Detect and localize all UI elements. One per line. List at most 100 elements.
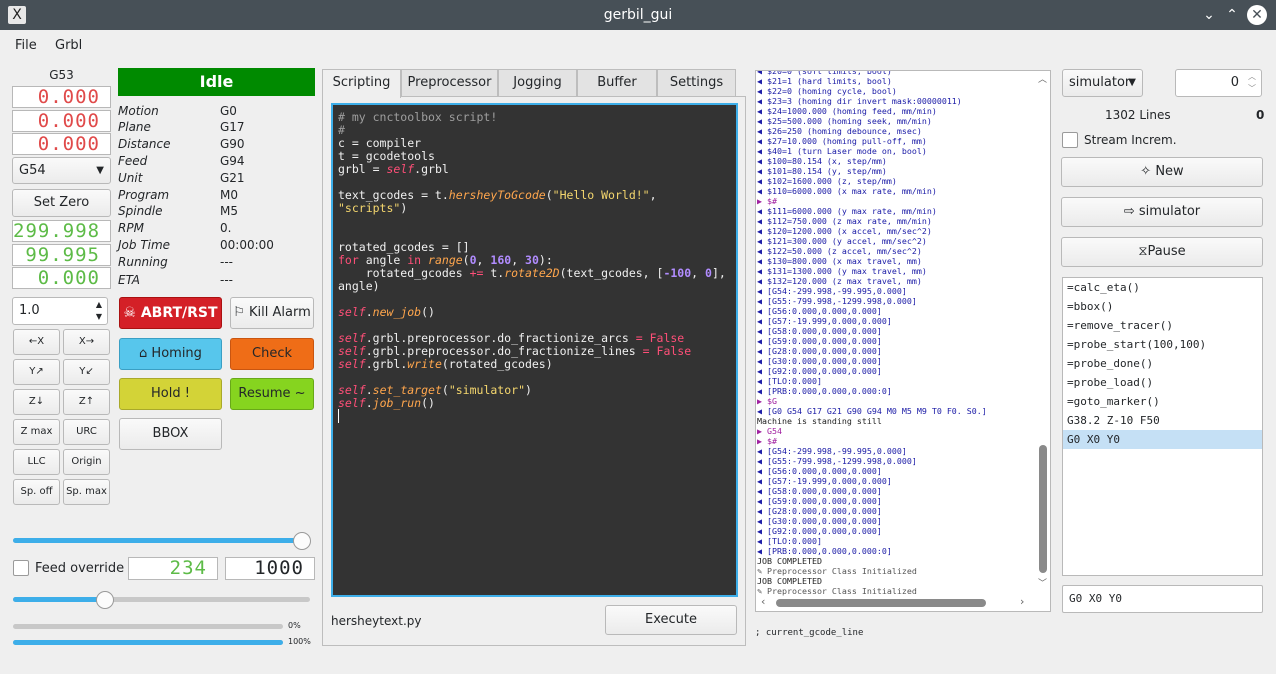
spindle-off-button[interactable]: Sp. off bbox=[13, 479, 60, 505]
tab-preprocessor[interactable]: Preprocessor bbox=[401, 69, 498, 96]
console-hscroll-thumb[interactable] bbox=[776, 599, 986, 607]
close-icon[interactable]: ✕ bbox=[1247, 5, 1267, 25]
hold-button[interactable]: Hold ! bbox=[119, 378, 222, 410]
console-log[interactable]: ◀ $20=0 (soft limits, bool) ◀ $21=1 (hard… bbox=[755, 70, 1051, 612]
console-line: ◀ [PRB:0.000,0.000,0.000:0] bbox=[757, 386, 892, 396]
status-value: G94 bbox=[220, 154, 245, 168]
origin-button[interactable]: Origin bbox=[63, 449, 110, 475]
jog-z-down-button[interactable]: Z↓ bbox=[13, 389, 60, 415]
spindle-max-button[interactable]: Sp. max bbox=[63, 479, 110, 505]
z-max-button[interactable]: Z max bbox=[13, 419, 60, 445]
console-line: ◀ [G56:0.000,0.000,0.000] bbox=[757, 306, 882, 316]
console-line: ◀ $101=80.154 (y, step/mm) bbox=[757, 166, 887, 176]
status-label: Spindle bbox=[118, 204, 163, 218]
scroll-down-icon[interactable]: ﹀ bbox=[1038, 576, 1047, 589]
console-line: Machine is standing still bbox=[757, 416, 882, 426]
console-line: ◀ $27=10.000 (homing pull-off, mm) bbox=[757, 136, 927, 146]
cs-select[interactable]: G54 ▼ bbox=[12, 157, 111, 184]
new-job-button[interactable]: ✧ New bbox=[1061, 157, 1263, 187]
console-line: ◀ $120=1200.000 (x accel, mm/sec^2) bbox=[757, 226, 932, 236]
feed-slider-handle[interactable] bbox=[96, 591, 115, 609]
console-line: ◀ [G54:-299.998,-99.995,0.000] bbox=[757, 286, 907, 296]
status-value: M0 bbox=[220, 188, 238, 202]
tab-scripting[interactable]: Scripting bbox=[322, 69, 401, 98]
command-history-list[interactable]: =calc_eta() =bbox() =remove_tracer() =probe… bbox=[1062, 277, 1263, 576]
console-vscroll-thumb[interactable] bbox=[1039, 445, 1047, 573]
scroll-up-icon[interactable]: ︿ bbox=[1038, 72, 1047, 85]
feed-override-checkbox[interactable] bbox=[13, 560, 29, 576]
jog-z-up-button[interactable]: Z↑ bbox=[63, 389, 110, 415]
console-line: ◀ [G0 G54 G17 G21 G90 G94 M0 M5 M9 T0 F0… bbox=[757, 406, 987, 416]
state-badge: Idle bbox=[118, 68, 315, 96]
status-value: G17 bbox=[220, 120, 245, 134]
history-item[interactable]: =probe_done() bbox=[1063, 354, 1262, 373]
history-item[interactable]: G38.2 Z-10 F50 bbox=[1063, 411, 1262, 430]
tab-buffer[interactable]: Buffer bbox=[577, 69, 657, 96]
set-target-button[interactable]: ⇨ simulator bbox=[1061, 197, 1263, 227]
console-line: ◀ $22=0 (homing cycle, bool) bbox=[757, 86, 897, 96]
machine-z: 0.000 bbox=[12, 133, 111, 155]
tab-settings[interactable]: Settings bbox=[657, 69, 736, 96]
console-line: ◀ [TLO:0.000] bbox=[757, 376, 822, 386]
set-zero-button[interactable]: Set Zero bbox=[12, 189, 111, 217]
menu-file[interactable]: File bbox=[15, 38, 37, 53]
console-line: ◀ $131=1300.000 (y max travel, mm) bbox=[757, 266, 927, 276]
console-line: ◀ $26=250 (homing debounce, msec) bbox=[757, 126, 922, 136]
history-item[interactable]: =remove_tracer() bbox=[1063, 316, 1262, 335]
history-item[interactable]: =probe_load() bbox=[1063, 373, 1262, 392]
console-hscroll[interactable]: ‹ › bbox=[756, 594, 1036, 611]
progress-bar-2-fill bbox=[13, 640, 283, 645]
target-select-value: simulator bbox=[1069, 75, 1131, 90]
history-item[interactable]: =probe_start(100,100) bbox=[1063, 335, 1262, 354]
history-item[interactable]: =bbox() bbox=[1063, 297, 1262, 316]
history-item[interactable]: G0 X0 Y0 bbox=[1063, 430, 1262, 449]
status-label: Motion bbox=[118, 104, 159, 118]
execute-button[interactable]: Execute bbox=[605, 605, 737, 635]
feed-override-label: Feed override bbox=[35, 561, 125, 576]
history-item[interactable]: =goto_marker() bbox=[1063, 392, 1262, 411]
stream-increm-checkbox[interactable] bbox=[1062, 132, 1078, 148]
count-spinbox[interactable]: 0 ︿ ﹀ bbox=[1175, 69, 1262, 97]
step-value: 1.0 bbox=[19, 303, 40, 318]
jog-y-plus-button[interactable]: Y↗ bbox=[13, 359, 60, 385]
pause-button[interactable]: ⧖Pause bbox=[1061, 237, 1263, 267]
maximize-icon[interactable]: ⌃ bbox=[1222, 5, 1242, 25]
urc-button[interactable]: URC bbox=[63, 419, 110, 445]
kill-alarm-button[interactable]: ⚐ Kill Alarm bbox=[230, 297, 314, 329]
console-line: ◀ [G30:0.000,0.000,0.000] bbox=[757, 516, 882, 526]
menu-grbl[interactable]: Grbl bbox=[55, 38, 82, 53]
status-value: G0 bbox=[220, 104, 237, 118]
console-line: ◀ [G54:-299.998,-99.995,0.000] bbox=[757, 446, 907, 456]
script-editor[interactable]: # my cnctoolbox script! # c = compiler t… bbox=[331, 103, 738, 597]
jog-x-minus-button[interactable]: ←X bbox=[13, 329, 60, 355]
status-value: --- bbox=[220, 273, 233, 287]
resume-button[interactable]: Resume ~ bbox=[230, 378, 314, 410]
homing-button[interactable]: ⌂ Homing bbox=[119, 338, 222, 370]
slider-fill bbox=[13, 538, 306, 543]
console-line: ◀ [G57:-19.999,0.000,0.000] bbox=[757, 316, 892, 326]
console-line: ◀ [G92:0.000,0.000,0.000] bbox=[757, 526, 882, 536]
count-spinbox-value: 0 bbox=[1230, 75, 1239, 90]
minimize-icon[interactable]: ⌄ bbox=[1199, 5, 1219, 25]
jog-y-minus-button[interactable]: Y↙ bbox=[63, 359, 110, 385]
llc-button[interactable]: LLC bbox=[13, 449, 60, 475]
bbox-button[interactable]: BBOX bbox=[119, 418, 222, 450]
console-line: ◀ $111=6000.000 (y max rate, mm/min) bbox=[757, 206, 937, 216]
console-vscroll[interactable]: ︿ ﹀ bbox=[1036, 70, 1051, 592]
slider-handle[interactable] bbox=[293, 532, 311, 550]
scroll-left-icon[interactable]: ‹ bbox=[761, 595, 765, 608]
history-item[interactable]: =calc_eta() bbox=[1063, 278, 1262, 297]
work-y: 99.995 bbox=[12, 244, 111, 266]
stream-increm-label: Stream Increm. bbox=[1084, 133, 1177, 147]
step-spinbox[interactable]: 1.0 ▲ ▼ bbox=[12, 297, 108, 325]
jog-x-plus-button[interactable]: X→ bbox=[63, 329, 110, 355]
console-line: ✎ Preprocessor Class Initialized bbox=[757, 566, 917, 576]
chevron-down-icon: ▼ bbox=[96, 165, 104, 176]
abort-reset-button[interactable]: ☠ ABRT/RST bbox=[119, 297, 222, 329]
scroll-right-icon[interactable]: › bbox=[1020, 595, 1024, 608]
command-input[interactable]: G0 X0 Y0 bbox=[1062, 585, 1263, 613]
target-select[interactable]: simulator ▼ bbox=[1062, 69, 1143, 97]
tab-jogging[interactable]: Jogging bbox=[498, 69, 577, 96]
console-line: ◀ $132=120.000 (z max travel, mm) bbox=[757, 276, 922, 286]
check-button[interactable]: Check bbox=[230, 338, 314, 370]
